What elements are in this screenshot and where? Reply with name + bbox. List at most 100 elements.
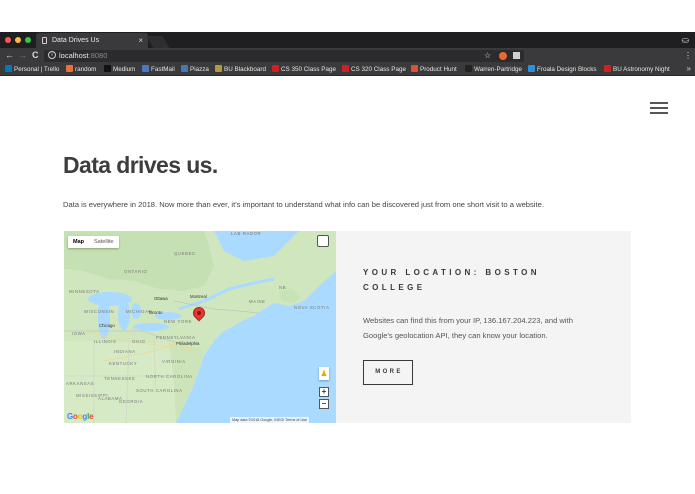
map-label-newyork: NEW YORK [164, 319, 193, 324]
hamburger-menu-icon[interactable] [650, 102, 668, 114]
browser-tab[interactable]: Data Drives Us × [36, 33, 148, 48]
bookmark-favicon-icon [411, 65, 418, 72]
bookmark-favicon-icon [465, 65, 472, 72]
bookmark-label: random [75, 66, 97, 73]
bookmark-favicon-icon [5, 65, 12, 72]
page-title: Data drives us. [63, 152, 218, 178]
google-logo-letter: e [89, 412, 94, 421]
page-top-margin [0, 0, 695, 32]
pegman-icon[interactable]: ♟ [319, 367, 329, 380]
map-label-northcarolina: NORTH CAROLINA [146, 374, 193, 379]
map-label-philadelphia: Philadelphia [176, 341, 200, 346]
bookmark-favicon-icon [142, 65, 149, 72]
map-label-minnesota: MINNESOTA [69, 289, 100, 294]
bookmark-label: FastMail [151, 66, 175, 73]
document-icon [42, 37, 47, 44]
bookmark-label: CS 320 Class Page [351, 66, 406, 73]
map-label-virginia: VIRGINIA [162, 359, 186, 364]
map-label-pennsylvania: PENNSYLVANIA [156, 335, 196, 340]
map-type-control: Map Satellite [68, 236, 119, 248]
tab-close-icon[interactable]: × [138, 33, 143, 48]
bookmark-item[interactable]: Warren-Partridge [465, 65, 522, 75]
map-label-toronto: Toronto [148, 310, 163, 315]
map-label-maine: MAINE [249, 299, 266, 304]
map-label-indiana: INDIANA [114, 349, 136, 354]
zoom-out-button[interactable]: − [319, 399, 329, 409]
info-icon[interactable]: i [48, 51, 56, 59]
bookmark-item[interactable]: random [66, 65, 96, 75]
tab-title: Data Drives Us [52, 37, 100, 44]
bookmark-item[interactable]: CS 320 Class Page [342, 65, 406, 75]
url-text: localhost:8080 [59, 51, 108, 60]
map-label-wisconsin: WISCONSIN [84, 309, 115, 314]
map-label-chicago: Chicago [99, 323, 115, 328]
bookmark-favicon-icon [528, 65, 535, 72]
menu-dots-icon[interactable]: ⋮ [684, 51, 692, 61]
bookmark-item[interactable]: CS 350 Class Page [272, 65, 336, 75]
bookmark-label: BU Astronomy Night [613, 66, 670, 73]
more-button[interactable]: MORE [363, 360, 413, 385]
bookmark-favicon-icon [342, 65, 349, 72]
map-label-arkansas: ARKANSAS [66, 381, 95, 386]
google-logo: Google [67, 412, 94, 421]
location-map[interactable]: LAB RADOR QUEBEC ONTARIO NB MAINE NOVA S… [64, 231, 336, 423]
bookmark-star-icon[interactable]: ☆ [484, 51, 491, 61]
bookmark-item[interactable]: Medium [104, 65, 135, 75]
location-heading: YOUR LOCATION: BOSTON COLLEGE [363, 268, 540, 292]
map-label-ottawa: Ottawa [154, 296, 168, 301]
zoom-window-dot[interactable] [25, 37, 31, 43]
map-label-southcarolina: SOUTH CAROLINA [136, 388, 183, 393]
map-label-iowa: IOWA [72, 331, 86, 336]
bookmark-label: BU Blackboard [224, 66, 266, 73]
location-description: Websites can find this from your IP, 136… [363, 316, 573, 340]
location-pin-dot [197, 311, 201, 315]
bookmark-label: Froala Design Blocks [537, 66, 597, 73]
bookmark-favicon-icon [215, 65, 222, 72]
fullscreen-button[interactable] [317, 235, 329, 247]
bookmark-item[interactable]: Froala Design Blocks [528, 65, 597, 75]
bookmark-label: CS 350 Class Page [281, 66, 336, 73]
zoom-in-button[interactable]: + [319, 387, 329, 397]
map-label-ohio: OHIO [132, 339, 146, 344]
bookmark-item[interactable]: BU Blackboard [215, 65, 266, 75]
bookmark-label: Product Hunt [420, 66, 457, 73]
map-label-ontario: ONTARIO [124, 269, 148, 274]
map-label-novascotia: NOVA SCOTIA [294, 305, 330, 310]
map-label-quebec: QUEBEC [174, 251, 196, 256]
bookmark-item[interactable]: Piazza [181, 65, 209, 75]
bookmark-label: Personal | Trello [14, 66, 60, 73]
map-label-tennessee: TENNESSEE [104, 376, 136, 381]
map-label-kentucky: KENTUCKY [109, 361, 138, 366]
close-window-dot[interactable] [5, 37, 11, 43]
bookmark-label: Warren-Partridge [474, 66, 523, 73]
map-attribution[interactable]: Map data ©2018 Google, INEGI Terms of Us… [230, 417, 309, 423]
map-type-satellite-button[interactable]: Satellite [89, 236, 119, 248]
bookmarks-more-icon[interactable]: » [687, 64, 691, 73]
back-button[interactable]: ← [5, 49, 14, 61]
map-type-map-button[interactable]: Map [68, 236, 89, 248]
forward-button[interactable]: → [18, 49, 27, 61]
bookmark-favicon-icon [104, 65, 111, 72]
bookmark-favicon-icon [181, 65, 188, 72]
bookmark-item[interactable]: Product Hunt [411, 65, 457, 75]
bookmark-item[interactable]: FastMail [142, 65, 175, 75]
map-label-illinois: ILLINOIS [94, 339, 117, 344]
extension-icon[interactable] [499, 52, 507, 60]
intro-text: Data is everywhere in 2018. Now more tha… [63, 200, 544, 209]
bookmark-item[interactable]: BU Astronomy Night [604, 65, 670, 75]
map-label-nb: NB [279, 285, 287, 290]
address-bar[interactable] [44, 50, 524, 62]
extension-square-icon[interactable] [513, 52, 520, 59]
profile-icon[interactable]: ⛀ [681, 35, 689, 46]
bookmark-favicon-icon [66, 65, 73, 72]
minimize-window-dot[interactable] [15, 37, 21, 43]
bookmark-favicon-icon [604, 65, 611, 72]
bookmark-label: Medium [113, 66, 136, 73]
bookmark-item[interactable]: Personal | Trello [5, 65, 59, 75]
bookmark-label: Piazza [190, 66, 209, 73]
bookmark-favicon-icon [272, 65, 279, 72]
map-label-georgia: GEORGIA [119, 399, 144, 404]
reload-button[interactable]: C [32, 49, 39, 61]
map-label-labrador: LAB RADOR [231, 231, 262, 236]
map-label-montreal: Montreal [190, 294, 207, 299]
